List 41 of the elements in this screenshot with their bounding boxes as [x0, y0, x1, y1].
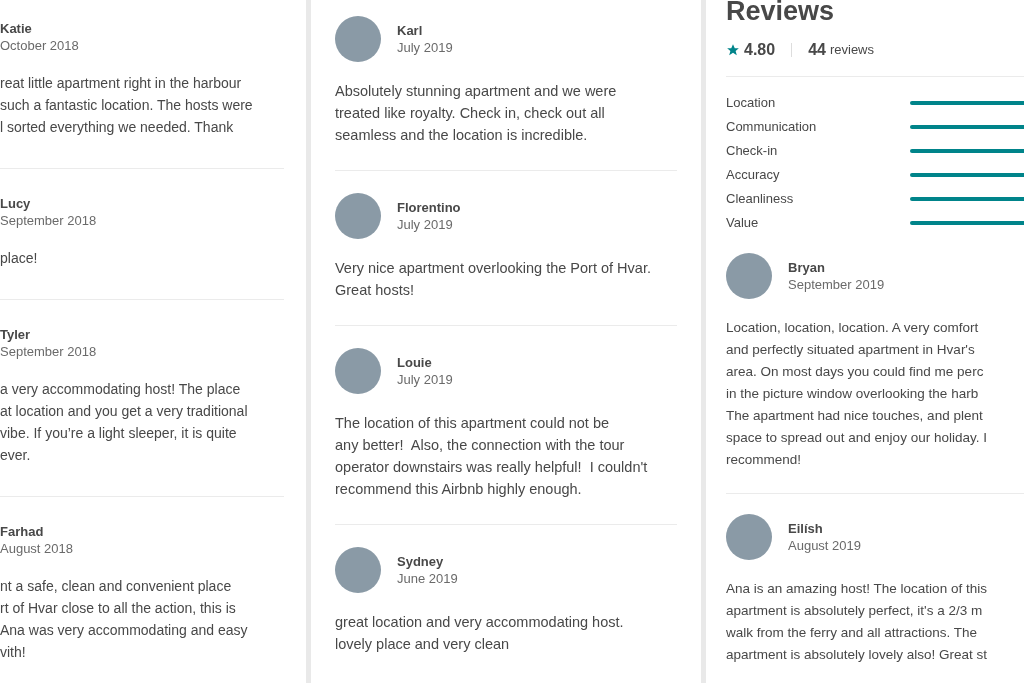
category-label: Accuracy [726, 166, 781, 185]
review-date: June 2019 [397, 570, 458, 587]
reviewer-name: Tyler [0, 326, 32, 343]
category-label: Communication [726, 118, 818, 137]
review-date: September 2018 [0, 212, 97, 229]
rating-value: 4.80 [744, 40, 776, 60]
review-count-label: reviews [829, 41, 874, 60]
category-label: Location [726, 94, 777, 113]
review-text: The location of this apartment could not be any better! Also, the connection with the tour operator downstairs was really helpful! I couldn't recommend this Airbnb highly enough. [335, 414, 649, 499]
star-icon [726, 43, 740, 57]
review-date: July 2019 [397, 39, 453, 56]
review-text: reat little apartment right in the harbour such a fantastic location. The hosts were l sorted everything we needed. Thank [0, 74, 254, 137]
review-text: Absolutely stunning apartment and we were treated like royalty. Check in, check out all seamless and the location is incredible. [335, 82, 618, 145]
review-text: Very nice apartment overlooking the Port of Hvar. Great hosts! [335, 259, 652, 300]
review-date: August 2018 [0, 540, 73, 557]
category-label: Check-in [726, 142, 779, 161]
section-title: Reviews [726, 0, 836, 28]
review-text: Ana is an amazing host! The location of this apartment is absolutely perfect, it's a 2/3 m walk from the ferry and all attractions. The apartment is absolutely lovely also! Great st [726, 580, 989, 664]
reviewer-name: Farhad [0, 523, 45, 540]
review-text: nt a safe, clean and convenient place rt of Hvar close to all the action, this is Ana was very accommodating and easy vith! [0, 577, 249, 662]
review-date: July 2019 [397, 371, 453, 388]
review-date: August 2019 [788, 537, 861, 554]
reviewer-name: Lucy [0, 195, 32, 212]
reviewer-name: Florentino [397, 199, 461, 216]
review-date: September 2019 [788, 276, 885, 293]
reviewer-name: Sydney [397, 553, 445, 570]
review-date: July 2019 [397, 216, 454, 233]
review-date: October 2018 [0, 37, 79, 54]
reviewer-name: Katie [0, 20, 33, 37]
reviewer-name: Karl [397, 22, 424, 39]
reviewer-name: Louie [397, 354, 433, 371]
review-text: Location, location, location. A very comfort and perfectly situated apartment in Hvar's area. On most days you could find me perc in the picture window overlooking the harb The apartment had nice touches, and plent space to spread out and enjoy our holiday. I recommend! [726, 319, 988, 469]
category-label: Value [726, 214, 760, 233]
review-text: a very accommodating host! The place at location and you get a very traditional vibe. If you’re a light sleeper, it is quite ever. [0, 380, 249, 465]
review-count: 44 [808, 40, 826, 60]
reviewer-name: Bryan [788, 259, 826, 276]
review-text: great location and very accommodating host. lovely place and very clean [335, 613, 625, 654]
review-text: place! [0, 249, 39, 268]
review-date: September 2018 [0, 343, 97, 360]
category-label: Cleanliness [726, 190, 795, 209]
reviewer-name: Eilísh [788, 520, 824, 537]
